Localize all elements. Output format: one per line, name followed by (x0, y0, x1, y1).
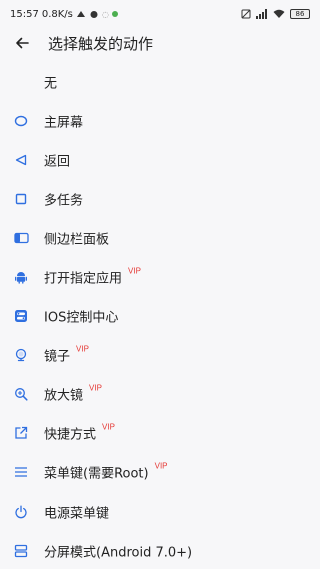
header: 选择触发的动作 (0, 28, 320, 58)
item-label: 分屏模式(Android 7.0+) (44, 545, 193, 561)
action-list: 无 主屏幕 返回 多任务 侧边栏面板 打开指定应用VIP IOS控制中心 镜子V… (0, 62, 320, 569)
item-text: 快捷方式 (44, 427, 97, 443)
battery-level: 86 (295, 10, 305, 18)
alarm-icon (90, 11, 98, 18)
back-button[interactable] (0, 28, 44, 58)
list-item-magnifier[interactable]: 放大镜 VIP (0, 375, 320, 414)
home-icon (13, 113, 29, 129)
sync-icon: ◌ (101, 9, 109, 19)
status-bar: 15:57 0.8K/s ◌ 86 (0, 0, 320, 28)
back-triangle-icon (13, 152, 29, 168)
vip-badge: VIP (76, 344, 89, 354)
status-right: 86 (241, 9, 310, 19)
page-title: 选择触发的动作 (48, 34, 154, 53)
wifi-icon (273, 9, 285, 18)
list-item-open-app[interactable]: 打开指定应用 VIP (0, 257, 320, 296)
item-label: 放大镜 VIP (44, 383, 102, 404)
power-icon (13, 504, 29, 520)
signal-icon (256, 9, 267, 19)
item-label: 主屏幕 (44, 115, 84, 131)
android-icon (13, 269, 29, 285)
status-left: 15:57 0.8K/s ◌ (10, 9, 118, 20)
vip-badge: VIP (154, 461, 168, 471)
item-label: 快捷方式 VIP (44, 422, 115, 443)
vip-badge: VIP (102, 422, 115, 432)
item-label: 电源菜单键 (44, 506, 110, 522)
list-item-recent-apps[interactable]: 多任务 (0, 179, 320, 218)
item-text: 打开指定应用 (44, 271, 123, 287)
magnifier-icon (13, 386, 29, 402)
notification-icon (76, 11, 85, 17)
item-label: 菜单键(需要Root) VIP (44, 461, 168, 482)
side-panel-icon (13, 230, 29, 246)
list-item-control-center[interactable]: IOS控制中心 (0, 297, 320, 336)
mute-icon (241, 9, 251, 19)
list-item-mirror[interactable]: 镜子 VIP (0, 336, 320, 375)
mirror-icon (13, 347, 29, 363)
battery-icon: 86 (290, 9, 310, 19)
item-text: 菜单键(需要Root) (44, 466, 149, 482)
recent-apps-icon (13, 191, 29, 207)
item-label: 镜子 VIP (44, 344, 89, 365)
item-label: 返回 (44, 154, 71, 170)
item-label: IOS控制中心 (44, 310, 119, 326)
item-text: 放大镜 (44, 388, 84, 404)
list-item-home[interactable]: 主屏幕 (0, 101, 320, 140)
vip-badge: VIP (128, 266, 141, 276)
control-center-icon (13, 308, 29, 324)
list-item-back[interactable]: 返回 (0, 140, 320, 179)
status-time: 15:57 (10, 8, 39, 20)
list-item-side-panel[interactable]: 侧边栏面板 (0, 218, 320, 257)
app-status-icon (111, 11, 118, 17)
item-label: 打开指定应用 VIP (44, 266, 141, 287)
list-item-menu-key[interactable]: 菜单键(需要Root) VIP (0, 453, 320, 492)
list-item-shortcut[interactable]: 快捷方式 VIP (0, 414, 320, 453)
item-text: 镜子 (44, 349, 71, 365)
arrow-left-icon (16, 37, 29, 49)
list-item-power-menu[interactable]: 电源菜单键 (0, 492, 320, 531)
menu-icon (13, 464, 29, 480)
vip-badge: VIP (89, 383, 102, 393)
shortcut-icon (13, 425, 29, 441)
status-speed: 0.8K/s (41, 8, 73, 20)
item-label: 无 (44, 76, 58, 92)
split-screen-icon (13, 543, 29, 559)
item-label: 多任务 (44, 193, 84, 209)
list-item-split-screen[interactable]: 分屏模式(Android 7.0+) (0, 531, 320, 569)
list-item-none[interactable]: 无 (0, 62, 320, 101)
item-label: 侧边栏面板 (44, 232, 110, 248)
